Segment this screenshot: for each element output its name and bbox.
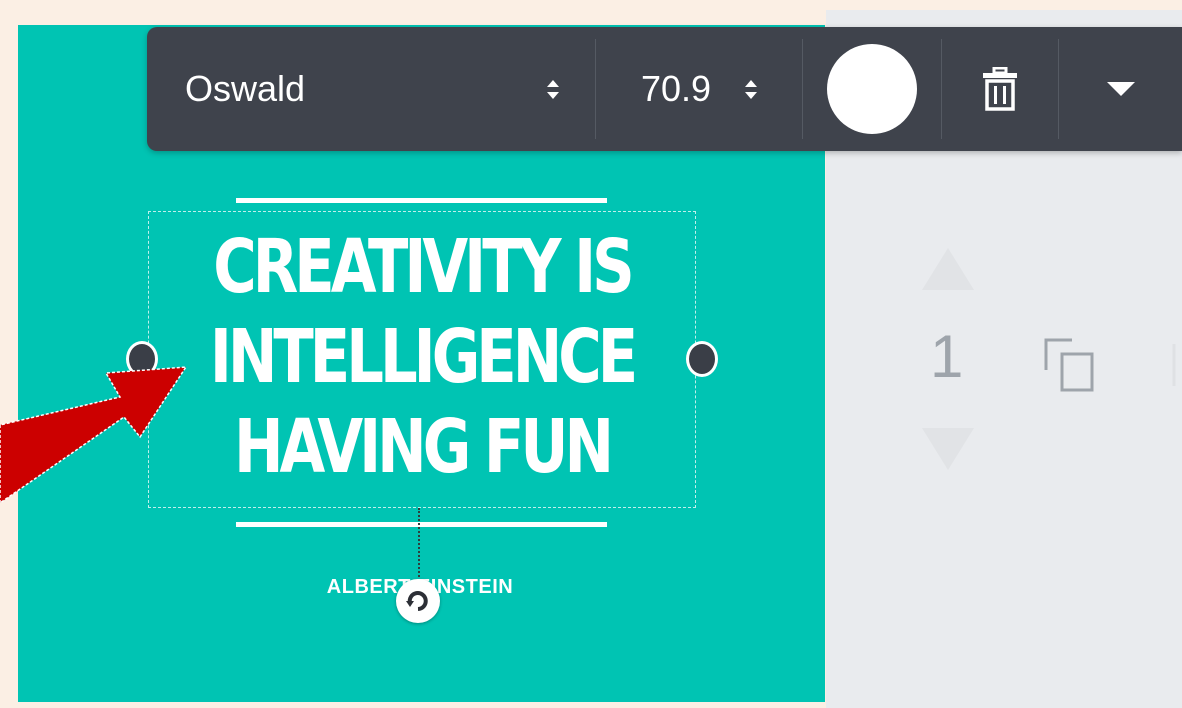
delete-element-button[interactable] — [942, 27, 1058, 151]
quote-line: HAVING FUN — [234, 404, 614, 490]
more-options-button[interactable] — [1059, 27, 1182, 151]
quote-line: CREATIVITY IS — [213, 224, 634, 310]
delete-page-icon[interactable] — [1166, 336, 1182, 392]
rotate-connector — [418, 508, 420, 584]
font-family-select[interactable]: Oswald — [147, 27, 595, 151]
quote-line: INTELLIGENCE — [209, 314, 638, 400]
page-number: 1 — [930, 323, 964, 390]
quote-text[interactable]: CREATIVITY IS INTELLIGENCE HAVING FUN — [203, 222, 641, 492]
text-toolbar: Oswald 70.9 — [147, 27, 1182, 151]
rotate-handle[interactable] — [396, 579, 440, 623]
updown-arrows-icon — [547, 79, 559, 99]
bottom-rule-line[interactable] — [236, 522, 607, 527]
font-size-select[interactable]: 70.9 — [596, 27, 802, 151]
text-color-swatch[interactable] — [827, 44, 917, 134]
move-down-icon[interactable] — [922, 428, 974, 470]
updown-arrows-icon — [745, 79, 758, 99]
resize-handle-right[interactable] — [686, 341, 718, 377]
text-color-cell — [803, 27, 941, 151]
rotate-icon — [406, 591, 428, 611]
red-arrow-icon — [0, 366, 188, 504]
top-rule-line[interactable] — [236, 198, 607, 203]
move-up-icon[interactable] — [922, 248, 974, 290]
trash-icon — [983, 67, 1017, 111]
duplicate-page-icon[interactable] — [1042, 336, 1098, 392]
font-family-value: Oswald — [185, 68, 306, 109]
font-size-value: 70.9 — [640, 68, 712, 109]
chevron-down-icon — [1106, 82, 1135, 96]
